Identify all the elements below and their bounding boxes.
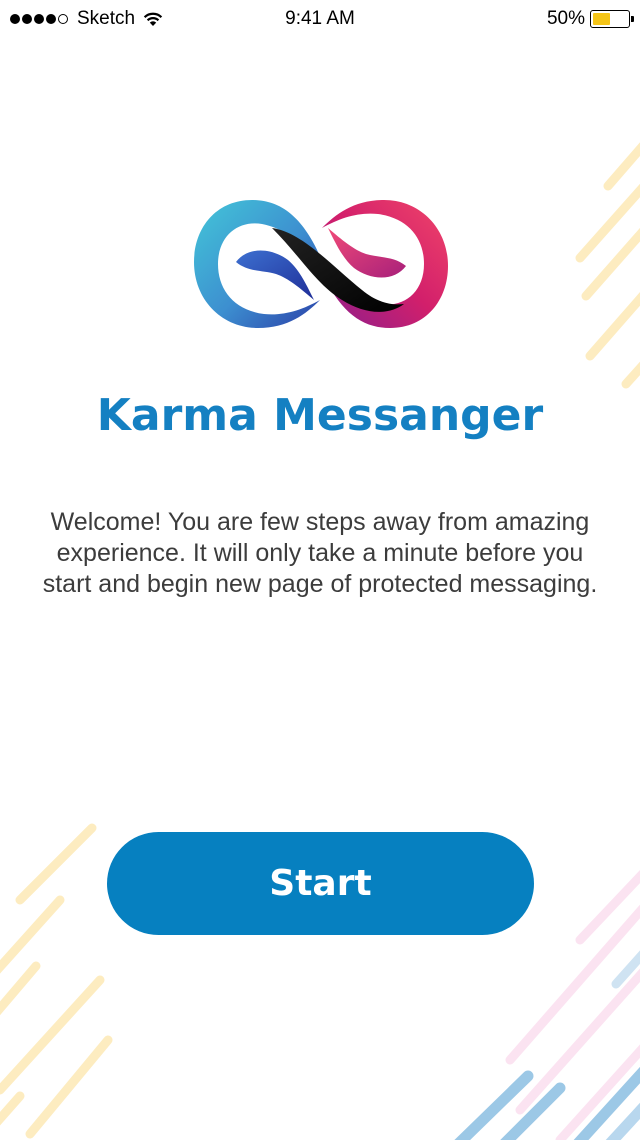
welcome-message: Welcome! You are few steps away from ama… <box>42 508 598 598</box>
battery-fill <box>593 13 610 25</box>
battery-tip <box>631 16 634 22</box>
battery-icon <box>590 10 634 28</box>
start-button[interactable]: Start <box>107 832 534 935</box>
welcome-screen: Sketch 9:41 AM 50% Karma Messanger Welco… <box>0 0 640 1140</box>
app-title: Karma Messanger <box>96 390 544 441</box>
status-right: 50% <box>546 8 634 30</box>
battery-percent: 50% <box>546 8 585 29</box>
status-time: 9:41 AM <box>285 8 355 29</box>
infinity-logo-icon <box>194 200 448 328</box>
status-bar: Sketch 9:41 AM 50% <box>0 0 640 40</box>
